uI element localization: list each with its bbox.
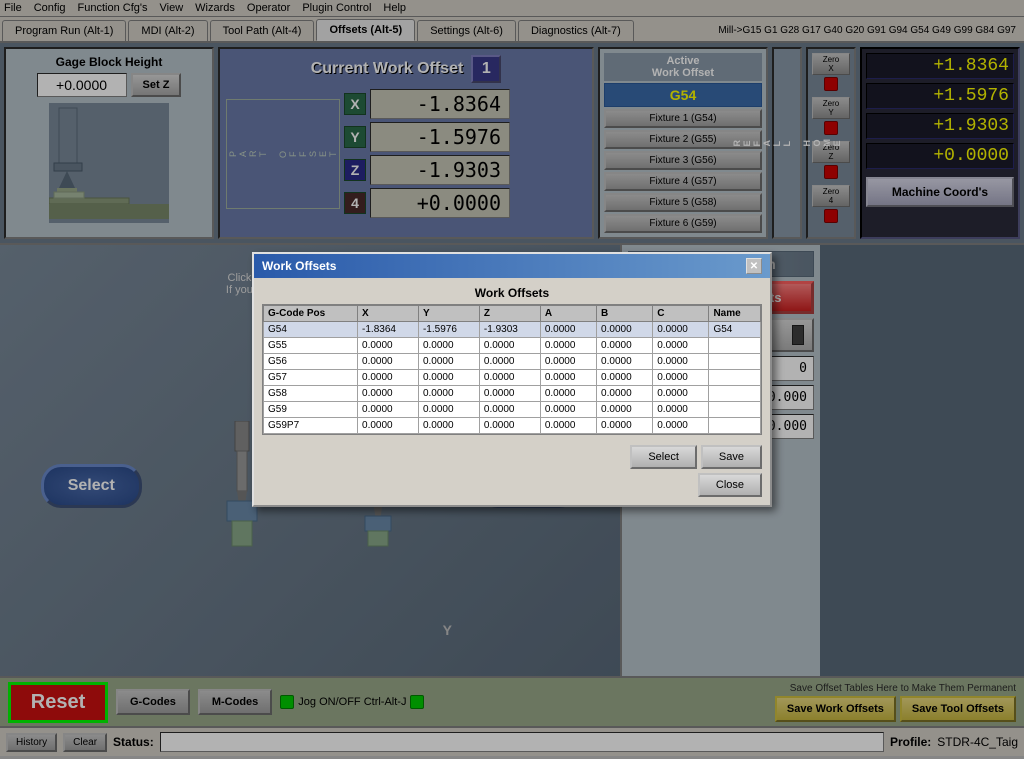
cell-pos: G55 bbox=[264, 338, 358, 354]
cell-z: -1.9303 bbox=[479, 322, 540, 338]
modal-buttons: Select Save bbox=[262, 441, 762, 469]
cell-x: 0.0000 bbox=[358, 354, 419, 370]
cell-a: 0.0000 bbox=[540, 386, 596, 402]
cell-x: 0.0000 bbox=[358, 370, 419, 386]
cell-y: 0.0000 bbox=[418, 354, 479, 370]
work-offsets-table-scroll[interactable]: G-Code Pos X Y Z A B C Name G54-1.8364-1… bbox=[262, 304, 762, 435]
cell-z: 0.0000 bbox=[479, 338, 540, 354]
cell-y: 0.0000 bbox=[418, 402, 479, 418]
table-row[interactable]: G54-1.8364-1.5976-1.93030.00000.00000.00… bbox=[264, 322, 761, 338]
cell-name bbox=[709, 338, 761, 354]
modal-save-button[interactable]: Save bbox=[701, 445, 762, 469]
cell-b: 0.0000 bbox=[597, 354, 653, 370]
modal-select-button[interactable]: Select bbox=[630, 445, 697, 469]
cell-a: 0.0000 bbox=[540, 322, 596, 338]
cell-c: 0.0000 bbox=[653, 370, 709, 386]
cell-a: 0.0000 bbox=[540, 418, 596, 434]
cell-y: 0.0000 bbox=[418, 386, 479, 402]
cell-c: 0.0000 bbox=[653, 322, 709, 338]
cell-b: 0.0000 bbox=[597, 338, 653, 354]
work-offsets-table: G-Code Pos X Y Z A B C Name G54-1.8364-1… bbox=[263, 305, 761, 434]
cell-z: 0.0000 bbox=[479, 370, 540, 386]
cell-z: 0.0000 bbox=[479, 402, 540, 418]
cell-pos: G59P7 bbox=[264, 418, 358, 434]
cell-c: 0.0000 bbox=[653, 338, 709, 354]
cell-x: 0.0000 bbox=[358, 386, 419, 402]
modal-close-row: Close bbox=[262, 473, 762, 497]
cell-x: 0.0000 bbox=[358, 418, 419, 434]
table-row[interactable]: G570.00000.00000.00000.00000.00000.0000 bbox=[264, 370, 761, 386]
cell-c: 0.0000 bbox=[653, 418, 709, 434]
modal-section-title: Work Offsets bbox=[262, 286, 762, 300]
col-a: A bbox=[540, 306, 596, 322]
cell-pos: G58 bbox=[264, 386, 358, 402]
table-row[interactable]: G550.00000.00000.00000.00000.00000.0000 bbox=[264, 338, 761, 354]
cell-y: 0.0000 bbox=[418, 370, 479, 386]
modal-close-button[interactable]: ✕ bbox=[746, 258, 762, 274]
cell-x: 0.0000 bbox=[358, 338, 419, 354]
modal-close-bottom-button[interactable]: Close bbox=[698, 473, 762, 497]
modal-overlay: Work Offsets ✕ Work Offsets G-Code Pos X… bbox=[0, 0, 1024, 759]
modal-body: Work Offsets G-Code Pos X Y Z A B C Name bbox=[254, 278, 770, 505]
cell-b: 0.0000 bbox=[597, 402, 653, 418]
col-b: B bbox=[597, 306, 653, 322]
cell-name bbox=[709, 370, 761, 386]
cell-b: 0.0000 bbox=[597, 322, 653, 338]
cell-x: 0.0000 bbox=[358, 402, 419, 418]
cell-a: 0.0000 bbox=[540, 354, 596, 370]
table-row[interactable]: G580.00000.00000.00000.00000.00000.0000 bbox=[264, 386, 761, 402]
col-c: C bbox=[653, 306, 709, 322]
cell-name bbox=[709, 386, 761, 402]
cell-b: 0.0000 bbox=[597, 386, 653, 402]
modal-title: Work Offsets bbox=[262, 259, 336, 273]
cell-pos: G57 bbox=[264, 370, 358, 386]
cell-name bbox=[709, 418, 761, 434]
cell-c: 0.0000 bbox=[653, 386, 709, 402]
table-row[interactable]: G560.00000.00000.00000.00000.00000.0000 bbox=[264, 354, 761, 370]
cell-b: 0.0000 bbox=[597, 370, 653, 386]
table-row[interactable]: G590.00000.00000.00000.00000.00000.0000 bbox=[264, 402, 761, 418]
cell-a: 0.0000 bbox=[540, 370, 596, 386]
cell-name bbox=[709, 354, 761, 370]
cell-pos: G59 bbox=[264, 402, 358, 418]
col-y: Y bbox=[418, 306, 479, 322]
cell-y: -1.5976 bbox=[418, 322, 479, 338]
cell-y: 0.0000 bbox=[418, 338, 479, 354]
col-x: X bbox=[358, 306, 419, 322]
cell-pos: G54 bbox=[264, 322, 358, 338]
table-row[interactable]: G59P70.00000.00000.00000.00000.00000.000… bbox=[264, 418, 761, 434]
cell-a: 0.0000 bbox=[540, 338, 596, 354]
modal-titlebar: Work Offsets ✕ bbox=[254, 254, 770, 278]
cell-a: 0.0000 bbox=[540, 402, 596, 418]
cell-c: 0.0000 bbox=[653, 402, 709, 418]
cell-name: G54 bbox=[709, 322, 761, 338]
col-gcode: G-Code Pos bbox=[264, 306, 358, 322]
col-name: Name bbox=[709, 306, 761, 322]
work-offsets-modal: Work Offsets ✕ Work Offsets G-Code Pos X… bbox=[252, 252, 772, 507]
cell-z: 0.0000 bbox=[479, 418, 540, 434]
cell-z: 0.0000 bbox=[479, 354, 540, 370]
cell-c: 0.0000 bbox=[653, 354, 709, 370]
col-z: Z bbox=[479, 306, 540, 322]
cell-name bbox=[709, 402, 761, 418]
cell-z: 0.0000 bbox=[479, 386, 540, 402]
cell-x: -1.8364 bbox=[358, 322, 419, 338]
cell-b: 0.0000 bbox=[597, 418, 653, 434]
cell-pos: G56 bbox=[264, 354, 358, 370]
cell-y: 0.0000 bbox=[418, 418, 479, 434]
